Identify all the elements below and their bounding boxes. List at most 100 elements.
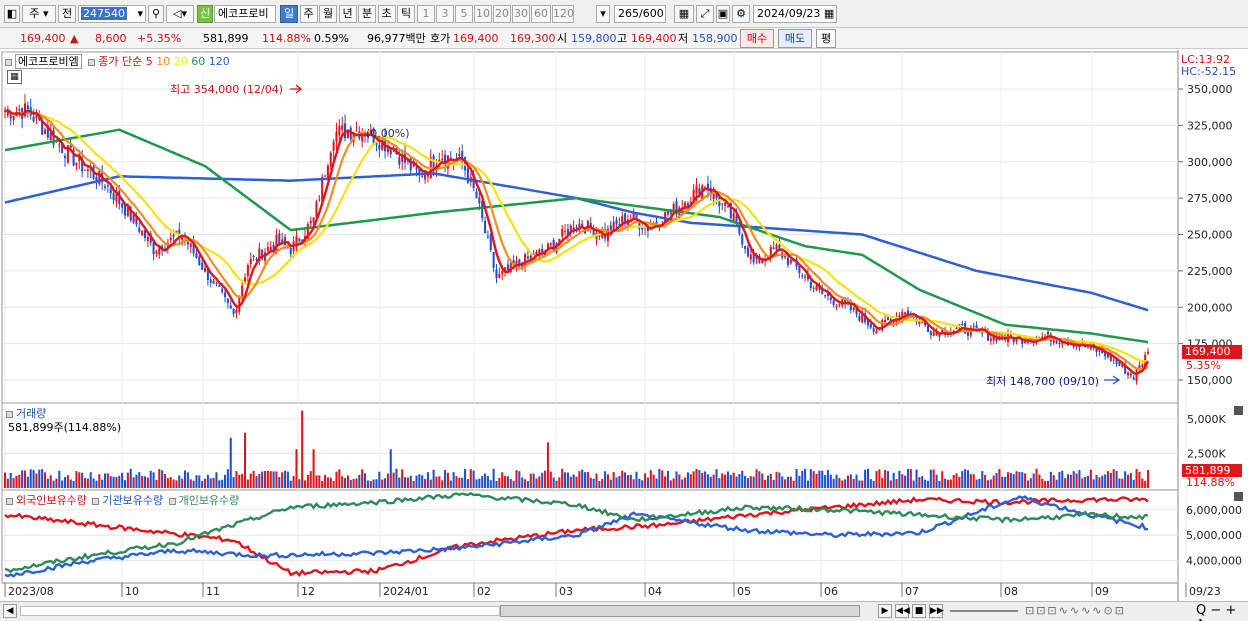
- count-field[interactable]: 265/600: [614, 5, 666, 23]
- save-icon[interactable]: ▣: [716, 5, 730, 23]
- rewind-icon[interactable]: ◀◀: [895, 604, 910, 618]
- volume-bar: [612, 472, 615, 488]
- period-tab-0[interactable]: 일: [280, 5, 298, 23]
- volume-bar: [686, 472, 689, 488]
- chart-canvas[interactable]: 350,000 325,000 300,000 275,000 250,000 225,0…: [0, 50, 1248, 601]
- buy-button[interactable]: 매수: [740, 29, 774, 48]
- magnifier-icon[interactable]: ⚲: [148, 5, 164, 23]
- candle-body: [1024, 341, 1027, 344]
- volume-bar: [455, 476, 458, 488]
- volume-bar: [784, 479, 787, 488]
- candle-body: [309, 220, 312, 224]
- pane-handle-icon[interactable]: [6, 497, 13, 505]
- chevron-down-icon[interactable]: ▾: [596, 5, 610, 23]
- pane-handle-icon[interactable]: [5, 58, 12, 66]
- pane-handle-icon[interactable]: [168, 497, 176, 505]
- volume-bar: [866, 468, 869, 488]
- volume-bar: [126, 472, 129, 488]
- candle-body: [561, 228, 564, 237]
- chevron-down-icon[interactable]: ▾: [135, 6, 145, 22]
- period-type-select[interactable]: 주 ▾: [22, 5, 56, 23]
- candle-body: [43, 129, 47, 135]
- volume-bar: [32, 469, 35, 488]
- stop-icon[interactable]: ■: [912, 604, 926, 618]
- drawing-tools[interactable]: ⊡⊡⊡∿∿∿∿⊙⊡: [1025, 604, 1126, 617]
- candle-body: [398, 156, 401, 165]
- candle-body: [564, 231, 567, 233]
- candle-body: [266, 247, 269, 251]
- zoom-controls[interactable]: Q − + A: [1196, 603, 1248, 621]
- volume-bar: [729, 474, 732, 488]
- period-tab-1[interactable]: 주: [299, 5, 318, 23]
- candle-body: [641, 227, 644, 230]
- window-icon[interactable]: ◧: [4, 5, 20, 23]
- pane-handle-icon[interactable]: [88, 58, 96, 66]
- period-tab-2[interactable]: 월: [319, 5, 337, 23]
- interval-button-60[interactable]: 60: [531, 5, 551, 23]
- pane-handle-icon[interactable]: [92, 497, 100, 505]
- eval-button[interactable]: 평: [816, 29, 836, 48]
- interval-button-120[interactable]: 120: [552, 5, 574, 23]
- grid-icon[interactable]: ▦: [674, 5, 694, 23]
- volume-bar: [609, 479, 612, 488]
- date-field[interactable]: 2024/09/23 ▦: [753, 5, 837, 23]
- volume-pct-tag: 114.88%: [1186, 476, 1235, 489]
- candle-body: [421, 176, 424, 178]
- candle-body: [498, 273, 501, 278]
- volume-bar: [961, 471, 964, 488]
- volume-bar: [572, 474, 575, 488]
- period-tab-4[interactable]: 분: [358, 5, 376, 23]
- pane-handle-icon[interactable]: [6, 410, 13, 418]
- volume-bar: [241, 473, 244, 488]
- candle-body: [1146, 351, 1150, 354]
- x-tick-label: 02: [477, 585, 491, 598]
- calendar-icon[interactable]: ▦: [824, 7, 834, 20]
- interval-button-20[interactable]: 20: [493, 5, 511, 23]
- sell-button[interactable]: 매도: [778, 29, 812, 48]
- interval-button-30[interactable]: 30: [512, 5, 530, 23]
- interval-button-5[interactable]: 5: [455, 5, 473, 23]
- prev-button[interactable]: 전: [58, 5, 76, 23]
- volume-bar: [1052, 475, 1055, 488]
- volume-bar: [541, 472, 544, 488]
- zoom-slider[interactable]: [950, 610, 1018, 612]
- volume-bar: [1004, 476, 1007, 488]
- volume-bar: [881, 477, 884, 488]
- gear-icon[interactable]: ⚙: [732, 5, 750, 23]
- period-tab-6[interactable]: 틱: [397, 5, 415, 23]
- scroll-thumb[interactable]: [500, 605, 860, 617]
- new-badge[interactable]: 신: [197, 5, 213, 23]
- interval-button-3[interactable]: 3: [436, 5, 454, 23]
- period-tab-3[interactable]: 년: [338, 5, 357, 23]
- calculator-icon[interactable]: ▦: [7, 70, 22, 84]
- scroll-left-icon[interactable]: ◀: [3, 604, 17, 618]
- candle-body: [486, 236, 489, 238]
- volume-bar: [829, 474, 832, 488]
- volume-bar: [1095, 475, 1098, 488]
- scroll-track[interactable]: [20, 606, 500, 616]
- speaker-icon[interactable]: ◁▾: [166, 5, 194, 23]
- period-tab-5[interactable]: 초: [377, 5, 396, 23]
- ma-legend-120: 120: [205, 55, 230, 68]
- interval-button-1[interactable]: 1: [417, 5, 435, 23]
- volume-bar: [415, 475, 418, 488]
- volume-bar: [515, 470, 518, 488]
- scroll-right-icon[interactable]: ▶: [878, 604, 892, 618]
- candle-body: [1126, 372, 1130, 376]
- volume-bar: [1044, 481, 1047, 488]
- stock-name-field[interactable]: 에코프로비: [214, 5, 276, 23]
- draw-tool-icon[interactable]: ⤢: [696, 5, 714, 23]
- close-pane-icon[interactable]: [1234, 406, 1243, 415]
- candle-body: [389, 149, 392, 155]
- interval-button-10[interactable]: 10: [474, 5, 492, 23]
- volume-bar: [498, 477, 501, 488]
- candle-body: [415, 167, 418, 170]
- bottom-scrollbar[interactable]: ◀ ▶ ◀◀ ■ ▶▶ ⊡⊡⊡∿∿∿∿⊙⊡ Q − + A: [0, 601, 1248, 621]
- volume-bar: [449, 480, 452, 488]
- stock-code-input[interactable]: 247540 ▾: [78, 5, 146, 23]
- volume-bar: [329, 477, 332, 488]
- fast-forward-icon[interactable]: ▶▶: [929, 604, 944, 618]
- close-pane-icon[interactable]: [1234, 492, 1243, 501]
- volume-bar: [506, 476, 509, 488]
- candle-body: [332, 141, 335, 151]
